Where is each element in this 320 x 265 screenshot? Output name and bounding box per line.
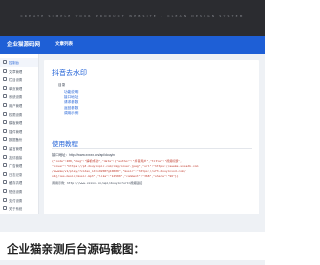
trash-icon bbox=[3, 180, 7, 185]
user-icon bbox=[3, 103, 7, 107]
document-icon bbox=[3, 68, 7, 73]
sidebar-item[interactable]: 关于系统 bbox=[0, 204, 38, 213]
sidebar: 控制台文章管理栏目设置单页管理系统设置用户管理权限设置模板管理插件管理数据备份留… bbox=[0, 54, 39, 214]
code-line: obj/ies-music/music.mp3","like":"12580",… bbox=[52, 174, 179, 178]
sidebar-item-label: 广告管理 bbox=[9, 164, 23, 169]
toc-heading: 目录 bbox=[58, 83, 66, 87]
sidebar-item-label: 权限设置 bbox=[9, 112, 23, 117]
sidebar-item-label: 单页管理 bbox=[9, 86, 23, 91]
sidebar-item-label: 控制台 bbox=[9, 61, 19, 65]
message-icon bbox=[3, 146, 7, 150]
sidebar-item-label: 关于系统 bbox=[9, 207, 23, 212]
info-icon bbox=[3, 206, 7, 211]
ad-icon bbox=[3, 163, 7, 168]
toc-item[interactable]: 调用示例 bbox=[58, 111, 78, 116]
sidebar-item-label: 插件管理 bbox=[9, 129, 23, 134]
link-icon bbox=[3, 154, 7, 159]
section-headline: 企业猫亲测后台源码截图： bbox=[7, 242, 145, 256]
sidebar-item-label: 文章管理 bbox=[9, 69, 23, 74]
screenshot-footer bbox=[0, 214, 265, 232]
page-title: 抖音去水印 bbox=[52, 70, 87, 77]
gear-icon bbox=[3, 94, 7, 99]
database-icon bbox=[3, 137, 7, 142]
content-card: 抖音去水印 目录 功能说明 接口地址 请求参数 返回参数 调用示例 使用教程 接… bbox=[44, 60, 259, 220]
admin-screenshot: 企业猫源码网 文章列表 控制台文章管理栏目设置单页管理系统设置用户管理权限设置模… bbox=[0, 36, 265, 232]
code-line: {"code":200,"msg":"解析成功","data":{"author… bbox=[52, 159, 182, 163]
code-example-line: 调用示例：http://www.xxxxx.cn/api/douyin?url=… bbox=[52, 181, 143, 185]
sms-icon bbox=[3, 189, 7, 193]
code-line: "cover":"https://p3.douyinpic.com/img/co… bbox=[52, 164, 199, 168]
tab-docs[interactable]: 文章列表 bbox=[55, 41, 73, 47]
section-title: 使用教程 bbox=[52, 141, 78, 148]
sidebar-item-label: 缓存清理 bbox=[9, 181, 23, 186]
sidebar-item-label: 模板管理 bbox=[9, 121, 23, 126]
section-divider bbox=[52, 148, 252, 149]
sidebar-item-label: 友情链接 bbox=[9, 155, 23, 160]
sidebar-item-label: 数据备份 bbox=[9, 138, 23, 143]
home-icon bbox=[3, 60, 7, 64]
sidebar-item-label: 支付设置 bbox=[9, 198, 23, 203]
plugin-icon bbox=[3, 128, 7, 133]
sidebar-item-label: 栏目设置 bbox=[9, 78, 23, 83]
page-icon bbox=[3, 85, 7, 90]
code-line: /aweme/v1/play/?video_id=v0200fg10000","… bbox=[52, 169, 186, 173]
sidebar-item-label: 系统设置 bbox=[9, 95, 23, 100]
sidebar-item-label: 日志记录 bbox=[9, 172, 23, 177]
table-of-contents: 目录 功能说明 接口地址 请求参数 返回参数 调用示例 bbox=[58, 83, 78, 116]
top-banner: CREATE SIMPLE YOUR PRODUCT WEBSITE · CLE… bbox=[0, 0, 265, 36]
pay-icon bbox=[3, 197, 7, 202]
folder-icon bbox=[3, 77, 7, 82]
log-icon bbox=[3, 171, 7, 176]
template-icon bbox=[3, 120, 7, 125]
api-url-label: 接口地址：http://www.xxxxx.cn/api/douyin bbox=[52, 153, 115, 157]
admin-topbar: 企业猫源码网 文章列表 bbox=[0, 36, 265, 54]
sidebar-item-label: 留言管理 bbox=[9, 147, 23, 151]
sidebar-item-label: 用户管理 bbox=[9, 104, 23, 108]
brand-logo-text[interactable]: 企业猫源码网 bbox=[7, 40, 40, 48]
banner-tagline: CREATE SIMPLE YOUR PRODUCT WEBSITE · CLE… bbox=[20, 14, 245, 18]
second-screenshot-preview bbox=[0, 260, 265, 265]
sidebar-item-label: 短信设置 bbox=[9, 190, 23, 194]
lock-icon bbox=[3, 111, 7, 116]
